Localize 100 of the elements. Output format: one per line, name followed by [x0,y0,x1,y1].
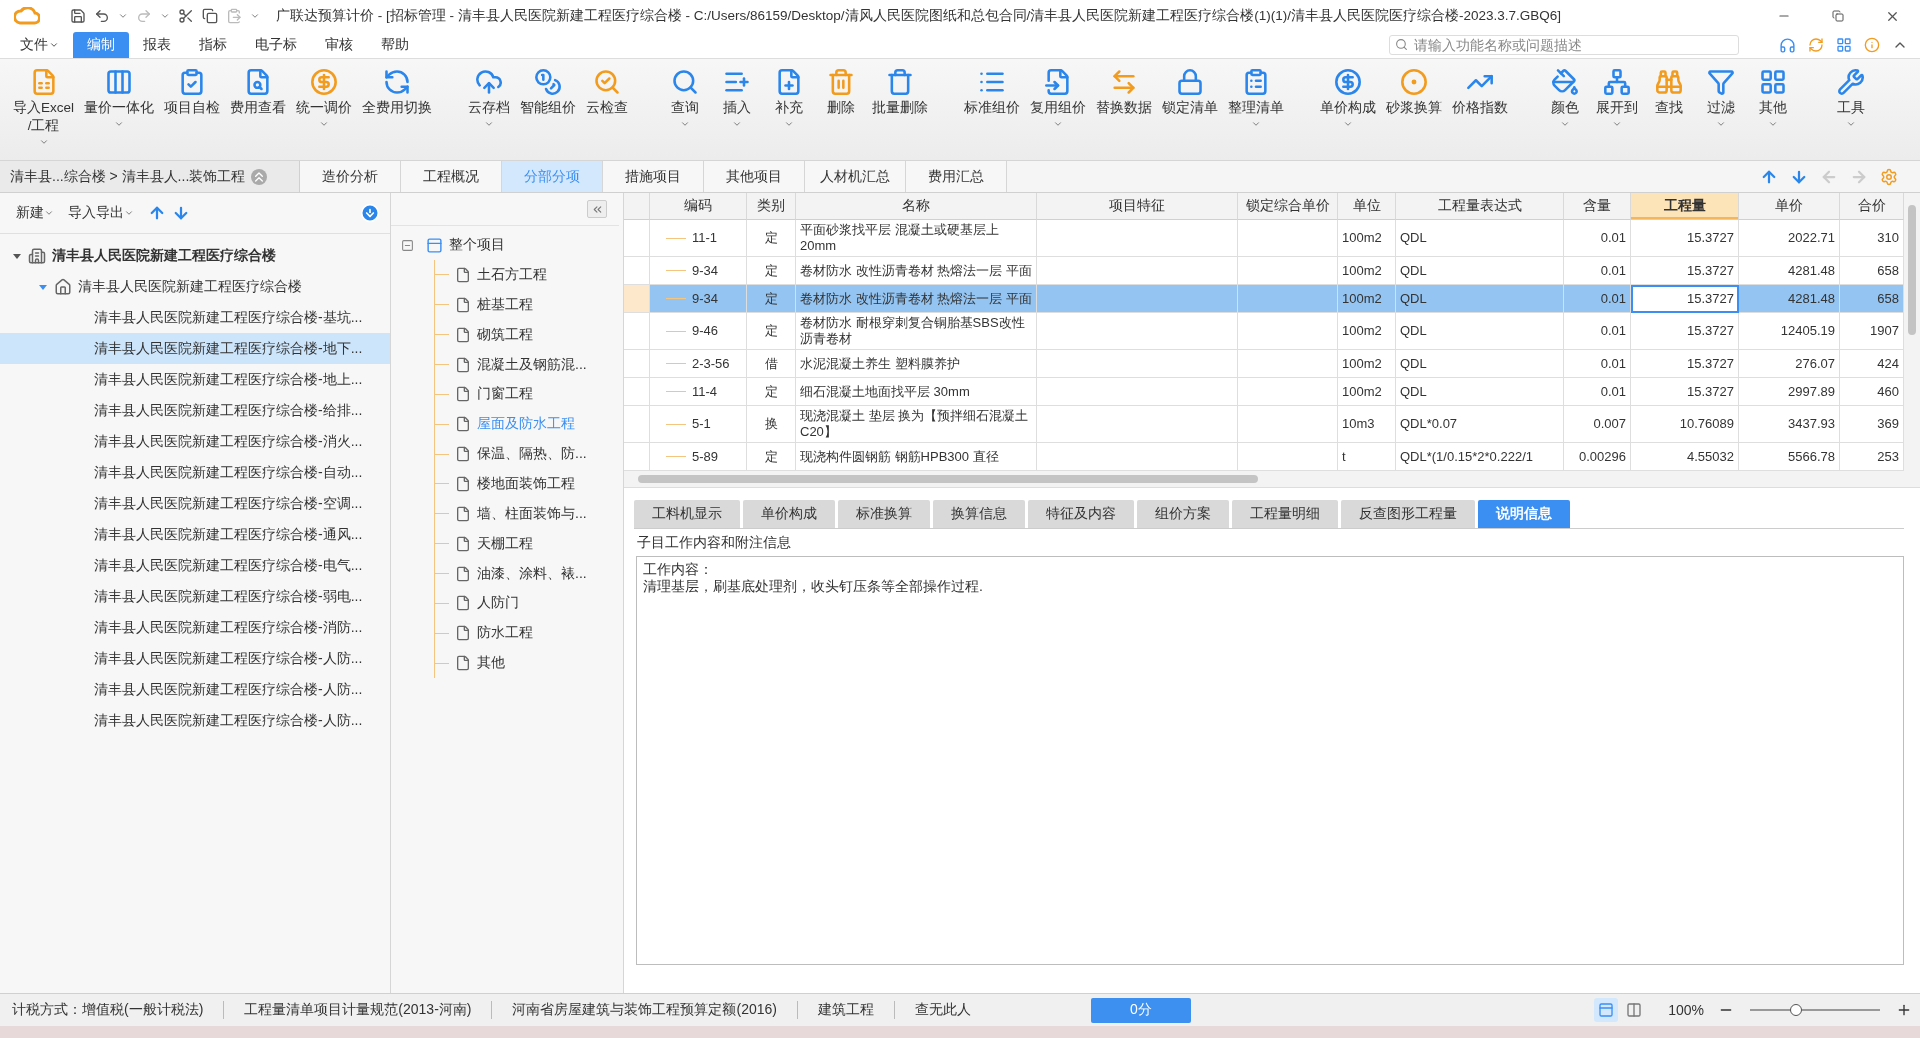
toolbar-button[interactable]: 全费用切换 [359,65,435,149]
tree-item[interactable]: 清丰县人民医院新建工程医疗综合楼-弱电... [0,581,390,612]
toolbar-button[interactable]: 整理清单 [1225,65,1287,131]
toolbar-button[interactable]: 颜色 [1541,65,1589,131]
toolbar-button[interactable]: 项目自检 [161,65,223,149]
scrollbar[interactable] [1904,193,1920,471]
toolbar-button[interactable]: 价格指数 [1449,65,1511,131]
tree-item[interactable]: 清丰县人民医院新建工程医疗综合楼-消火... [0,426,390,457]
detail-tab[interactable]: 反查图形工程量 [1341,500,1475,528]
copy-icon[interactable] [202,8,218,24]
toolbar-button[interactable]: 统一调价 [293,65,355,149]
dropdown-button[interactable]: 新建 [16,204,54,222]
toolbar-button[interactable]: 智能组价 [517,65,579,131]
detail-tab[interactable]: 单价构成 [743,500,835,528]
table-row[interactable]: 2-3-56 借 水泥混凝土养生 塑料膜养护 100m2 QDL 0.01 15.3727 276.07 424 [624,350,1904,378]
table-row[interactable]: 9-46 定 卷材防水 耐根穿刺复合铜胎基SBS改性沥青卷材 100m2 QDL 0.01 15.3727 12405.19 1907 [624,313,1904,350]
slider-thumb[interactable] [1789,1004,1802,1016]
toolbar-button[interactable]: 费用查看 [227,65,289,149]
toolbar-button[interactable]: 查询 [661,65,709,131]
table-row[interactable]: 5-1 换 现浇混凝土 垫层 换为【预拌细石混凝土C20】 10m3 QDL*0.07 0.007 10.76089 3437.93 369 [624,406,1904,443]
detail-tab[interactable]: 工程量明细 [1232,500,1338,528]
cut-icon[interactable] [178,8,194,24]
menu-item[interactable]: 文件 [6,32,73,58]
settings-icon[interactable] [1880,167,1898,186]
tree-item[interactable]: 混凝土及钢筋混... [435,349,623,380]
detail-tab[interactable]: 特征及内容 [1028,500,1134,528]
detail-tab[interactable]: 标准换算 [838,500,930,528]
headset-icon[interactable] [1779,36,1796,54]
column-header[interactable]: 合价 [1840,193,1904,220]
toolbar-button[interactable]: 复用组价 [1027,65,1089,131]
toolbar-button[interactable]: 查找 [1645,65,1693,131]
toolbar-button[interactable]: 锁定清单 [1159,65,1221,131]
tree-item[interactable]: 清丰县人民医院新建工程医疗综合楼-人防... [0,705,390,736]
toolbar-button[interactable]: 工具 [1827,65,1875,131]
toolbar-button[interactable]: 替换数据 [1093,65,1155,131]
save-icon[interactable] [70,8,86,24]
tree-item[interactable]: 清丰县人民医院新建工程医疗综合楼-人防... [0,674,390,705]
scrollbar[interactable] [624,471,1920,487]
menu-item[interactable]: 报表 [129,32,185,58]
tree-item[interactable]: 保温、隔热、防... [435,439,623,469]
tree-item[interactable]: 清丰县人民医院新建工程医疗综合楼 [0,240,390,271]
toolbar-button[interactable]: 批量删除 [869,65,931,131]
tree-item[interactable]: 人防门 [435,588,623,619]
tree-item[interactable]: 整个项目 [449,236,505,254]
table-row[interactable]: 9-34 定 卷材防水 改性沥青卷材 热熔法一层 平面 100m2 QDL 0.01 15.3727 4281.48 658 [624,285,1904,313]
grid-icon[interactable] [1836,37,1852,53]
column-header[interactable]: 工程量 [1631,193,1739,220]
column-header[interactable]: 锁定综合单价 [1238,193,1338,220]
tree-item[interactable]: 天棚工程 [435,528,623,559]
tree-item[interactable]: 清丰县人民医院新建工程医疗综合楼-空调... [0,488,390,519]
detail-tab[interactable]: 组价方案 [1137,500,1229,528]
tree-item[interactable]: 清丰县人民医院新建工程医疗综合楼-基坑... [0,302,390,333]
detail-tab[interactable]: 工料机显示 [634,500,740,528]
toolbar-button[interactable]: 砂浆换算 [1383,65,1445,131]
toolbar-button[interactable]: 其他 [1749,65,1797,131]
tree-item[interactable]: 砌筑工程 [435,319,623,350]
column-header[interactable]: 含量 [1564,193,1631,220]
toolbar-button[interactable]: 补充 [765,65,813,131]
collapse-toggle-icon[interactable] [401,238,414,252]
tree-item[interactable]: 其他 [435,648,623,679]
menu-item[interactable]: 电子标 [241,32,311,58]
toolbar-button[interactable]: 标准组价 [961,65,1023,131]
menu-item[interactable]: 指标 [185,32,241,58]
info-icon[interactable] [1864,37,1880,53]
notes-text-area[interactable]: 工作内容： 清理基层，刷基底处理剂，收头钉压条等全部操作过程. [636,556,1904,965]
collapse-button[interactable] [587,200,607,218]
tree-item[interactable]: 楼地面装饰工程 [435,469,623,499]
menu-item[interactable]: 审核 [311,32,367,58]
column-header[interactable]: 单价 [1739,193,1840,220]
zoom-in-icon[interactable] [1896,1002,1912,1018]
tree-item[interactable]: 清丰县人民医院新建工程医疗综合楼-地下... [0,333,390,364]
toolbar-button[interactable]: 云存档 [465,65,513,131]
tree-item[interactable]: 防水工程 [435,618,623,649]
column-header[interactable]: 项目特征 [1037,193,1238,220]
column-header[interactable]: 编码 [650,193,747,220]
toolbar-button[interactable]: 云检查 [583,65,631,131]
view-mode-button[interactable] [1594,998,1619,1022]
column-header[interactable]: 类别 [747,193,796,220]
search-field[interactable]: 请输入功能名称或问题描述 [1389,35,1739,55]
column-header[interactable]: 名称 [796,193,1037,220]
toolbar-button[interactable]: 过滤 [1697,65,1745,131]
column-header[interactable]: 单位 [1338,193,1396,220]
tree-item[interactable]: 清丰县人民医院新建工程医疗综合楼-给排... [0,395,390,426]
tree-item[interactable]: 墙、柱面装饰与... [435,498,623,529]
toolbar-button[interactable]: 插入 [713,65,761,131]
toolbar-button[interactable]: 导入Excel /工程 [10,65,77,149]
tree-item[interactable]: 桩基工程 [435,289,623,320]
move-down-icon[interactable] [172,204,190,222]
tree-item[interactable]: 清丰县人民医院新建工程医疗综合楼-消防... [0,612,390,643]
move-up-icon[interactable] [148,204,166,222]
tree-item[interactable]: 清丰县人民医院新建工程医疗综合楼-自动... [0,457,390,488]
tree-item[interactable]: 油漆、涂料、裱... [435,558,623,589]
tree-item[interactable]: 清丰县人民医院新建工程医疗综合楼 [0,271,390,302]
redo-icon[interactable] [136,8,152,24]
tree-item[interactable]: 清丰县人民医院新建工程医疗综合楼-电气... [0,550,390,581]
menu-item[interactable]: 帮助 [367,32,423,58]
tree-item[interactable]: 清丰县人民医院新建工程医疗综合楼-地上... [0,364,390,395]
tree-item[interactable]: 门窗工程 [435,379,623,410]
toolbar-button[interactable]: 量价一体化 [81,65,157,149]
tree-item[interactable]: 土石方工程 [435,260,623,290]
